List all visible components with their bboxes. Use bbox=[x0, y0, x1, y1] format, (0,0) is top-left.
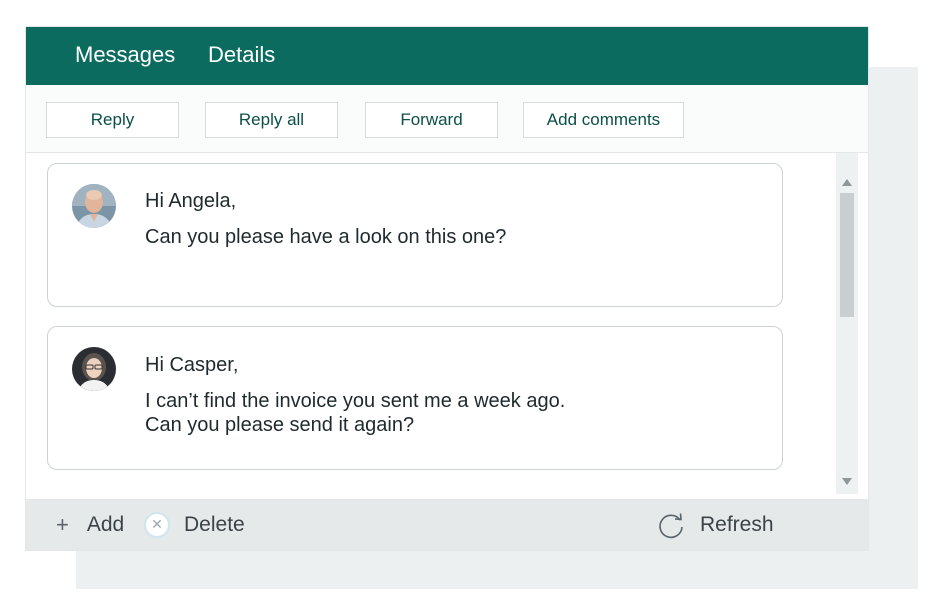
triangle-down-icon[interactable] bbox=[842, 478, 852, 485]
message-text: Hi Casper, I can’t find the invoice you … bbox=[145, 353, 565, 437]
reply-button[interactable]: Reply bbox=[46, 102, 179, 138]
close-circle-icon: ✕ bbox=[144, 511, 170, 538]
bald-man-avatar bbox=[72, 184, 116, 228]
add-label: Add bbox=[86, 512, 125, 536]
action-toolbar: Reply Reply all Forward Add comments bbox=[26, 85, 868, 153]
message-list-scrollbar[interactable] bbox=[836, 153, 858, 494]
woman-glasses-avatar bbox=[72, 347, 116, 391]
message-body-line: I can’t find the invoice you sent me a w… bbox=[145, 390, 566, 412]
refresh-button[interactable]: Refresh bbox=[656, 499, 774, 550]
delete-label: Delete bbox=[184, 512, 245, 536]
message-card[interactable]: Hi Casper, I can’t find the invoice you … bbox=[47, 326, 783, 470]
triangle-up-icon[interactable] bbox=[842, 179, 852, 186]
tab-details[interactable]: Details bbox=[208, 41, 275, 69]
delete-button[interactable]: ✕ Delete bbox=[144, 499, 245, 550]
message-card[interactable]: Hi Angela, Can you please have a look on… bbox=[47, 163, 783, 307]
plus-icon: + bbox=[56, 511, 69, 537]
messages-panel: Messages Details Reply Reply all Forward… bbox=[26, 27, 868, 550]
refresh-label: Refresh bbox=[700, 512, 774, 536]
header-tab-bar: Messages Details bbox=[26, 27, 868, 85]
message-body-line: Can you please send it again? bbox=[145, 414, 415, 436]
message-list: Hi Angela, Can you please have a look on… bbox=[26, 153, 868, 499]
message-greeting: Hi Angela, bbox=[145, 190, 237, 212]
refresh-icon bbox=[659, 512, 683, 538]
scrollbar-thumb[interactable] bbox=[840, 193, 854, 317]
footer-bar: + Add ✕ Delete Refresh bbox=[26, 499, 868, 550]
message-body-line: Can you please have a look on this one? bbox=[145, 226, 507, 248]
add-comments-button[interactable]: Add comments bbox=[523, 102, 684, 138]
message-text: Hi Angela, Can you please have a look on… bbox=[145, 189, 506, 249]
message-greeting: Hi Casper, bbox=[145, 354, 239, 376]
add-button[interactable]: + Add bbox=[56, 499, 124, 550]
tab-messages[interactable]: Messages bbox=[75, 41, 175, 69]
forward-button[interactable]: Forward bbox=[365, 102, 498, 138]
reply-all-button[interactable]: Reply all bbox=[205, 102, 338, 138]
